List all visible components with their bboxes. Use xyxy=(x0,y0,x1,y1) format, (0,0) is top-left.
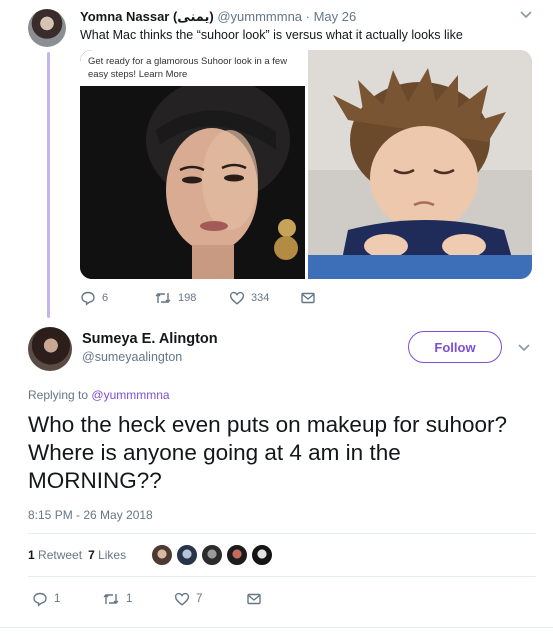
reply-button[interactable]: 1 xyxy=(32,591,60,607)
divider xyxy=(28,533,536,534)
retweet-stat-label: Retweet xyxy=(38,548,83,562)
chevron-down-icon[interactable] xyxy=(518,8,534,22)
divider xyxy=(28,576,536,577)
avatar[interactable] xyxy=(28,327,72,371)
reply-button[interactable]: 6 xyxy=(80,290,108,306)
like-icon xyxy=(174,592,190,606)
like-count: 334 xyxy=(251,292,270,304)
reply-icon xyxy=(33,592,47,607)
author-handle[interactable]: @yummmmna xyxy=(217,9,302,24)
author-name[interactable]: Yomna Nassar (يمنى) xyxy=(80,9,214,24)
replying-to-handle-link[interactable]: @yummmmna xyxy=(91,388,169,402)
replying-to: Replying to @yummmmna xyxy=(28,388,170,402)
liker-avatar[interactable] xyxy=(226,544,248,566)
tweet-media[interactable]: Get ready for a glamorous Suhoor look in… xyxy=(80,50,532,279)
engagement-stats: 1 Retweet 7 Likes xyxy=(28,548,126,562)
retweet-total: 1 xyxy=(28,548,35,562)
reply-icon xyxy=(81,291,95,306)
liker-avatars xyxy=(151,544,273,566)
tweet-text: Who the heck even puts on makeup for suh… xyxy=(28,412,508,493)
retweet-icon xyxy=(103,594,119,604)
message-icon xyxy=(301,292,315,304)
thread-connector-line xyxy=(47,52,50,318)
like-total: 7 xyxy=(88,548,95,562)
direct-message-button[interactable] xyxy=(300,290,316,306)
sleepy-child-image xyxy=(308,50,532,279)
divider xyxy=(0,627,553,628)
like-button[interactable]: 7 xyxy=(174,591,202,607)
media-image-ad[interactable]: Get ready for a glamorous Suhoor look in… xyxy=(80,50,305,279)
like-button[interactable]: 334 xyxy=(229,290,269,306)
parent-tweet-text: What Mac thinks the “suhoor look” is ver… xyxy=(80,28,463,42)
liker-avatar[interactable] xyxy=(201,544,223,566)
liker-avatar[interactable] xyxy=(251,544,273,566)
liker-avatar[interactable] xyxy=(176,544,198,566)
like-count: 7 xyxy=(196,593,203,605)
reply-count: 6 xyxy=(102,292,109,304)
ad-caption-box: Get ready for a glamorous Suhoor look in… xyxy=(80,50,305,86)
retweet-button[interactable]: 1 xyxy=(102,591,132,607)
tweet-timestamp[interactable]: 8:15 PM - 26 May 2018 xyxy=(28,508,153,522)
media-image-sleepy-child[interactable] xyxy=(308,50,532,279)
chevron-down-icon[interactable] xyxy=(516,341,532,355)
parent-tweet-actions: 6 198 334 xyxy=(80,290,340,308)
tweet-actions: 1 1 7 xyxy=(32,591,292,609)
retweets-stat[interactable]: 1 Retweet xyxy=(28,548,82,562)
follow-button[interactable]: Follow xyxy=(408,331,502,363)
retweet-count: 198 xyxy=(178,292,197,304)
retweet-icon xyxy=(155,293,171,303)
author-handle[interactable]: @sumeyaalington xyxy=(82,350,182,364)
author-name[interactable]: Sumeya E. Alington xyxy=(82,331,218,347)
like-stat-label: Likes xyxy=(98,548,127,562)
replying-to-prefix: Replying to xyxy=(28,388,89,402)
retweet-count: 1 xyxy=(126,593,133,605)
liker-avatar[interactable] xyxy=(151,544,173,566)
tweet-date[interactable]: · May 26 xyxy=(306,9,357,24)
avatar[interactable] xyxy=(28,9,66,47)
likes-stat[interactable]: 7 Likes xyxy=(88,548,126,562)
like-icon xyxy=(229,291,245,305)
direct-message-button[interactable] xyxy=(246,591,262,607)
ad-caption-text: Get ready for a glamorous Suhoor look in… xyxy=(88,56,288,80)
parent-tweet-header: Yomna Nassar (يمنى) @yummmmna · May 26 xyxy=(80,9,356,25)
retweet-button[interactable]: 198 xyxy=(154,290,196,306)
message-icon xyxy=(247,593,261,605)
reply-count: 1 xyxy=(54,593,61,605)
